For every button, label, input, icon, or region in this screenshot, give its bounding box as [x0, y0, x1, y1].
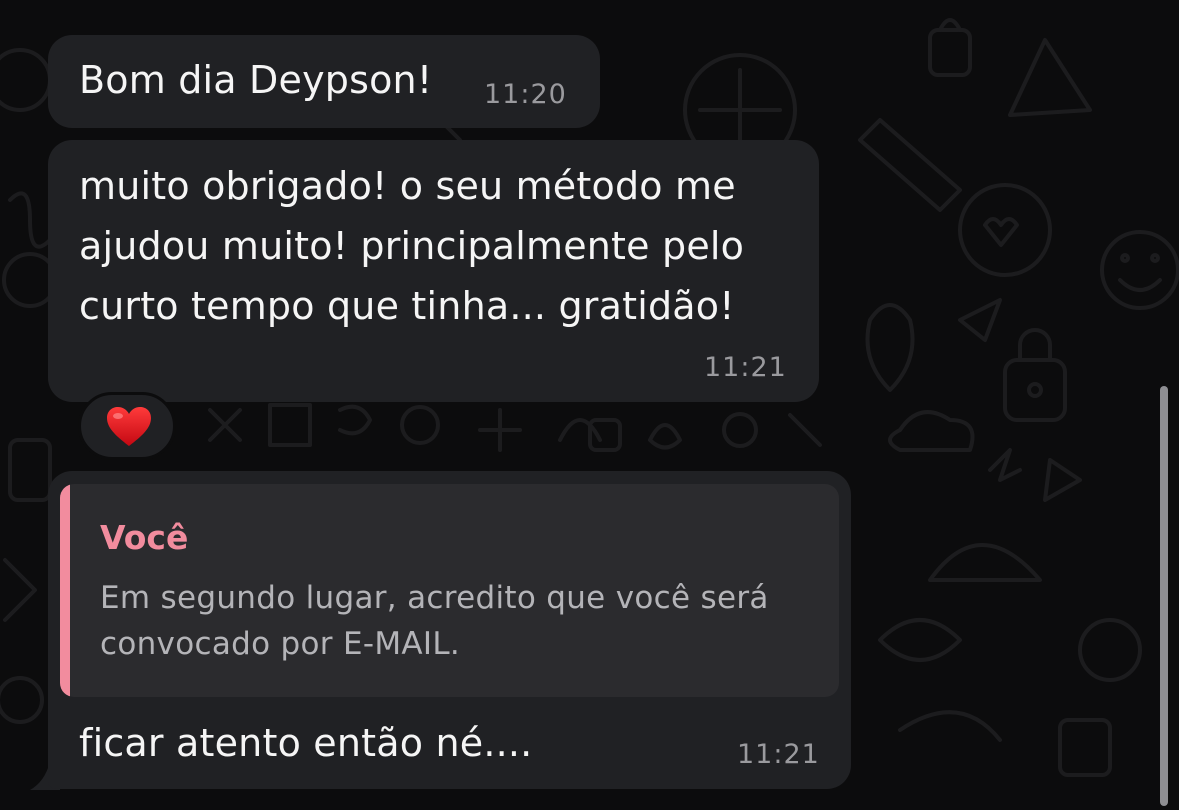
message-timestamp: 11:21	[737, 739, 820, 770]
message-text: ficar atento então né....	[79, 721, 533, 765]
chat-view[interactable]: Bom dia Deypson! 11:20 muito obrigado! o…	[0, 0, 1179, 810]
reaction-badge[interactable]	[78, 392, 176, 460]
message-timestamp: 11:21	[704, 352, 787, 383]
scrollbar[interactable]	[1160, 386, 1168, 806]
quote-author: Você	[100, 518, 189, 557]
message-bubble-incoming[interactable]: muito obrigado! o seu método me ajudou m…	[48, 140, 819, 402]
quote-text: Em segundo lugar, acredito que você será…	[100, 580, 769, 662]
message-timestamp: 11:20	[484, 79, 567, 110]
message-bubble-incoming[interactable]: Bom dia Deypson! 11:20	[48, 35, 600, 128]
red-heart-icon	[107, 407, 151, 446]
message-bubble-incoming[interactable]: Você Em segundo lugar, acredito que você…	[48, 471, 851, 789]
message-text: muito obrigado! o seu método me ajudou m…	[79, 164, 745, 328]
message-text: Bom dia Deypson!	[79, 58, 433, 102]
quoted-reply[interactable]: Você Em segundo lugar, acredito que você…	[60, 484, 839, 697]
quote-accent-bar	[60, 484, 70, 697]
